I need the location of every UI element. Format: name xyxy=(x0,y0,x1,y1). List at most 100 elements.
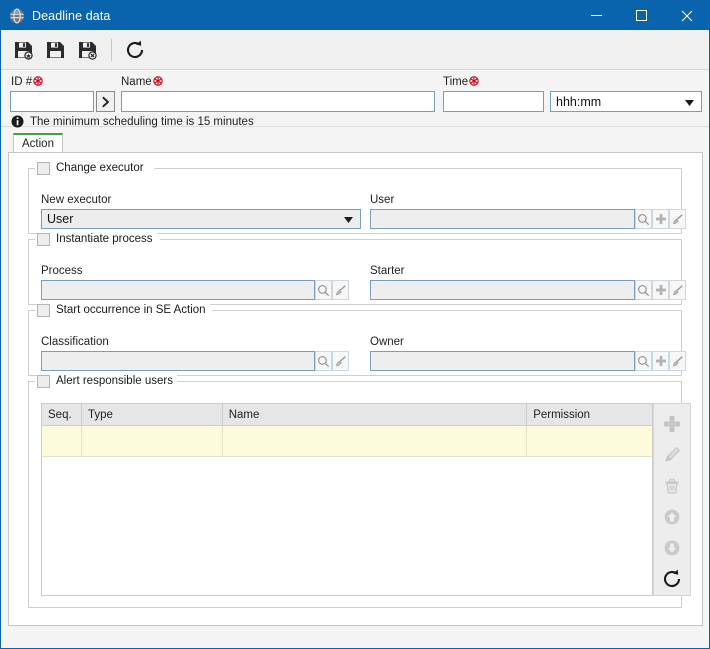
classification-clear-button[interactable] xyxy=(332,351,349,371)
refresh-icon xyxy=(663,570,681,588)
time-format-select[interactable]: hhh:mm xyxy=(550,91,702,112)
tab-action-label: Action xyxy=(22,137,54,150)
checkbox-start-occurrence[interactable] xyxy=(37,303,50,317)
info-text: The minimum scheduling time is 15 minute… xyxy=(30,115,254,128)
new-executor-select[interactable]: User xyxy=(41,209,361,229)
edit-row-button[interactable] xyxy=(655,439,689,470)
group-header-start-occurrence: Start occurrence in SE Action xyxy=(37,302,210,318)
classification-input[interactable] xyxy=(41,351,315,371)
delete-row-button[interactable] xyxy=(655,470,689,501)
title-bar: Deadline data xyxy=(1,1,709,30)
owner-clear-button[interactable] xyxy=(669,351,686,371)
refresh-icon xyxy=(126,40,144,58)
group-title-change-executor: Change executor xyxy=(56,162,144,174)
owner-input[interactable] xyxy=(370,351,635,371)
grid-side-toolbar xyxy=(653,403,691,596)
save-close-icon xyxy=(79,41,97,60)
arrow-down-circle-icon xyxy=(664,540,680,556)
time-label: Time xyxy=(443,76,479,88)
add-row-button[interactable] xyxy=(655,408,689,439)
classification-label: Classification xyxy=(41,336,109,348)
group-header-instantiate-process: Instantiate process xyxy=(37,231,157,247)
starter-add-button[interactable] xyxy=(652,280,669,300)
group-alert-responsible-users: Alert responsible users Seq. Type Name P… xyxy=(28,373,691,608)
column-header-permission[interactable]: Permission xyxy=(527,404,652,425)
id-label: ID # xyxy=(11,76,43,88)
grid-header-row: Seq. Type Name Permission xyxy=(42,404,652,426)
cell-name xyxy=(222,426,528,457)
save-button[interactable] xyxy=(41,35,71,65)
group-change-executor: Change executor New executor User User xyxy=(28,160,686,234)
save-new-icon xyxy=(15,41,33,60)
user-add-button[interactable] xyxy=(652,209,669,229)
required-marker-icon xyxy=(33,76,43,86)
pencil-icon xyxy=(665,446,681,462)
group-title-alert-responsible-users: Alert responsible users xyxy=(56,375,173,387)
owner-add-button[interactable] xyxy=(652,351,669,371)
user-label: User xyxy=(370,194,395,206)
tab-area: Action Change executor New executor User xyxy=(1,127,709,648)
minimize-icon xyxy=(591,15,602,16)
checkbox-change-executor[interactable] xyxy=(37,161,50,175)
tab-strip: Action xyxy=(8,133,703,152)
brush-icon xyxy=(336,284,346,295)
cell-permission xyxy=(527,426,652,457)
user-input[interactable] xyxy=(370,209,635,229)
refresh-grid-button[interactable] xyxy=(655,564,689,595)
window-controls xyxy=(574,1,709,30)
goto-record-button[interactable] xyxy=(96,91,115,112)
column-header-type[interactable]: Type xyxy=(82,404,223,425)
move-up-button[interactable] xyxy=(655,502,689,533)
deadline-data-window: Deadline data ID # Name Time hhh:mm The … xyxy=(0,0,710,649)
checkbox-instantiate-process[interactable] xyxy=(37,232,50,246)
toolbar-separator xyxy=(111,38,112,61)
id-input[interactable] xyxy=(10,91,94,112)
search-icon xyxy=(638,284,650,296)
table-row[interactable] xyxy=(42,426,652,457)
group-title-start-occurrence: Start occurrence in SE Action xyxy=(56,304,206,316)
starter-clear-button[interactable] xyxy=(669,280,686,300)
plus-icon xyxy=(664,415,680,432)
group-header-change-executor: Change executor xyxy=(37,160,148,176)
maximize-button[interactable] xyxy=(619,1,664,30)
column-header-seq[interactable]: Seq. xyxy=(42,404,82,425)
tab-panel-action: Change executor New executor User User I… xyxy=(8,152,703,626)
trash-icon xyxy=(665,478,679,494)
name-input[interactable] xyxy=(121,91,435,112)
checkbox-alert-responsible-users[interactable] xyxy=(37,374,50,388)
minimize-button[interactable] xyxy=(574,1,619,30)
time-input[interactable] xyxy=(443,91,544,112)
process-search-button[interactable] xyxy=(315,280,332,300)
brush-icon xyxy=(336,355,346,366)
starter-search-button[interactable] xyxy=(635,280,652,300)
starter-input[interactable] xyxy=(370,280,635,300)
save-and-new-button[interactable] xyxy=(9,35,39,65)
arrow-up-circle-icon xyxy=(664,509,680,525)
process-clear-button[interactable] xyxy=(332,280,349,300)
plus-icon xyxy=(655,285,666,295)
process-input[interactable] xyxy=(41,280,315,300)
save-and-close-button[interactable] xyxy=(73,35,103,65)
responsible-users-grid: Seq. Type Name Permission xyxy=(41,403,653,596)
window-title: Deadline data xyxy=(32,8,111,23)
column-header-name[interactable]: Name xyxy=(223,404,528,425)
owner-search-button[interactable] xyxy=(635,351,652,371)
user-clear-button[interactable] xyxy=(669,209,686,229)
search-icon xyxy=(638,213,650,225)
starter-label: Starter xyxy=(370,265,405,277)
classification-search-button[interactable] xyxy=(315,351,332,371)
refresh-button[interactable] xyxy=(120,35,150,65)
new-executor-label: New executor xyxy=(41,194,112,206)
required-marker-icon xyxy=(152,76,163,86)
plus-icon xyxy=(655,214,666,224)
close-button[interactable] xyxy=(664,1,709,30)
brush-icon xyxy=(673,213,683,224)
move-down-button[interactable] xyxy=(655,533,689,564)
globe-icon xyxy=(9,8,25,24)
group-instantiate-process: Instantiate process Process Starter xyxy=(28,231,686,305)
user-search-button[interactable] xyxy=(635,209,652,229)
tab-action[interactable]: Action xyxy=(13,133,63,152)
brush-icon xyxy=(673,284,683,295)
search-icon xyxy=(318,284,330,296)
owner-label: Owner xyxy=(370,336,404,348)
